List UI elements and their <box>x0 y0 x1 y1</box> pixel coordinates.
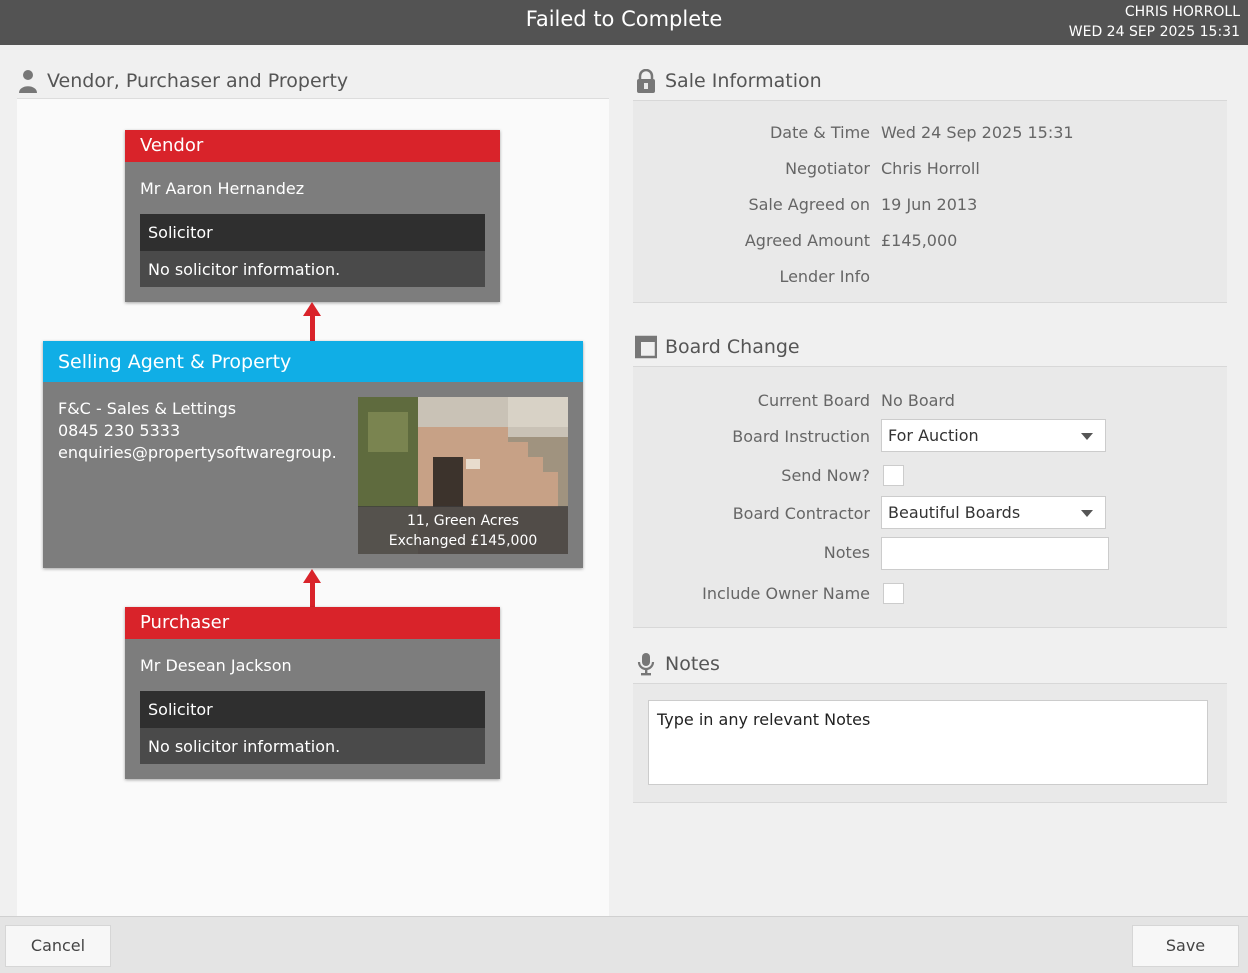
row-label: Sale Agreed on <box>748 195 870 214</box>
cancel-button[interactable]: Cancel <box>5 925 111 967</box>
board-notes-label: Notes <box>823 543 870 562</box>
agent-company: F&C - Sales & Lettings <box>58 399 237 418</box>
person-icon <box>17 69 39 93</box>
row-value: 19 Jun 2013 <box>881 195 978 214</box>
row-value: Chris Horroll <box>881 159 980 178</box>
purchaser-card-header: Purchaser <box>125 607 500 639</box>
include-owner-checkbox[interactable] <box>883 583 904 604</box>
current-board-label: Current Board <box>757 391 870 410</box>
property-caption: 11, Green Acres Exchanged £145,000 <box>358 506 568 554</box>
board-contractor-select[interactable]: Beautiful Boards <box>881 496 1106 529</box>
section-title: Sale Information <box>665 70 822 92</box>
notes-textarea[interactable]: Type in any relevant Notes <box>648 700 1208 785</box>
vendor-solicitor-label: Solicitor <box>140 214 485 251</box>
relationship-panel: Vendor Mr Aaron Hernandez Solicitor No s… <box>17 98 609 916</box>
section-title: Notes <box>665 653 720 675</box>
send-now-checkbox[interactable] <box>883 465 904 486</box>
property-status: Exchanged £145,000 <box>388 533 538 549</box>
current-board-value: No Board <box>881 391 955 410</box>
property-photo[interactable]: 11, Green Acres Exchanged £145,000 <box>358 397 568 554</box>
page-title: Failed to Complete <box>525 7 723 31</box>
board-contractor-label: Board Contractor <box>732 504 870 523</box>
current-board-row: Current Board No Board <box>633 387 1227 415</box>
row-label: Date & Time <box>769 123 870 142</box>
sale-info-row: Negotiator Chris Horroll <box>633 155 1227 183</box>
property-address: 11, Green Acres <box>407 513 519 529</box>
purchaser-card[interactable]: Purchaser Mr Desean Jackson Solicitor No… <box>125 607 500 779</box>
board-notes-input[interactable] <box>881 537 1109 570</box>
purchaser-name: Mr Desean Jackson <box>140 656 292 675</box>
section-title: Board Change <box>665 336 800 358</box>
send-now-row: Send Now? <box>633 462 1227 490</box>
row-value: Wed 24 Sep 2025 15:31 <box>881 123 1074 142</box>
section-title: Vendor, Purchaser and Property <box>47 70 349 92</box>
board-instruction-value: For Auction <box>888 426 979 445</box>
board-instruction-select[interactable]: For Auction <box>881 419 1106 452</box>
lock-icon <box>635 68 657 93</box>
purchaser-solicitor-info: No solicitor information. <box>140 728 485 764</box>
row-label: Lender Info <box>779 267 870 286</box>
title-bar: Failed to Complete CHRIS HORROLL WED 24 … <box>0 0 1248 45</box>
agent-email: enquiries@propertysoftwaregroup.... <box>58 443 338 462</box>
vendor-solicitor-info: No solicitor information. <box>140 251 485 287</box>
vendor-name: Mr Aaron Hernandez <box>140 179 305 198</box>
vendor-card-header: Vendor <box>125 130 500 162</box>
include-owner-label: Include Owner Name <box>702 584 870 603</box>
purchaser-solicitor-label: Solicitor <box>140 691 485 728</box>
sale-info-row: Date & Time Wed 24 Sep 2025 15:31 <box>633 119 1227 147</box>
arrow-up-icon <box>303 569 321 583</box>
board-icon <box>634 335 658 359</box>
board-contractor-value: Beautiful Boards <box>888 503 1021 522</box>
include-owner-row: Include Owner Name <box>633 580 1227 608</box>
user-name: CHRIS HORROLL <box>1124 4 1240 20</box>
row-value: £145,000 <box>881 231 958 250</box>
microphone-icon <box>635 652 657 676</box>
save-button[interactable]: Save <box>1132 925 1239 967</box>
sale-info-row: Agreed Amount £145,000 <box>633 227 1227 255</box>
row-label: Negotiator <box>785 159 870 178</box>
sale-information-header: Sale Information <box>635 63 822 99</box>
user-info: CHRIS HORROLL WED 24 SEP 2025 15:31 <box>1069 2 1240 42</box>
agent-phone: 0845 230 5333 <box>58 421 181 440</box>
vendor-card[interactable]: Vendor Mr Aaron Hernandez Solicitor No s… <box>125 130 500 302</box>
notes-header: Notes <box>635 646 720 682</box>
agent-card-header: Selling Agent & Property <box>43 341 583 382</box>
board-change-header: Board Change <box>634 329 800 365</box>
chevron-down-icon <box>1081 433 1093 440</box>
vendor-purchaser-section-header: Vendor, Purchaser and Property <box>17 63 348 99</box>
purchaser-connector-line <box>310 579 315 607</box>
arrow-up-icon <box>303 302 321 316</box>
vendor-connector-line <box>310 312 315 341</box>
notes-panel: Type in any relevant Notes <box>633 683 1227 803</box>
chevron-down-icon <box>1081 510 1093 517</box>
board-instruction-label: Board Instruction <box>732 427 870 446</box>
action-bar: Cancel Save <box>0 916 1248 973</box>
board-change-panel: Current Board No Board Board Instruction… <box>633 366 1227 628</box>
send-now-label: Send Now? <box>781 466 870 485</box>
row-label: Agreed Amount <box>744 231 870 250</box>
agent-details: F&C - Sales & Lettings 0845 230 5333 enq… <box>58 398 338 464</box>
sale-info-row: Sale Agreed on 19 Jun 2013 <box>633 191 1227 219</box>
selling-agent-card[interactable]: Selling Agent & Property F&C - Sales & L… <box>43 341 583 568</box>
sale-info-row: Lender Info <box>633 263 1227 291</box>
current-datetime: WED 24 SEP 2025 15:31 <box>1068 24 1240 40</box>
sale-information-panel: Date & Time Wed 24 Sep 2025 15:31 Negoti… <box>633 100 1227 303</box>
